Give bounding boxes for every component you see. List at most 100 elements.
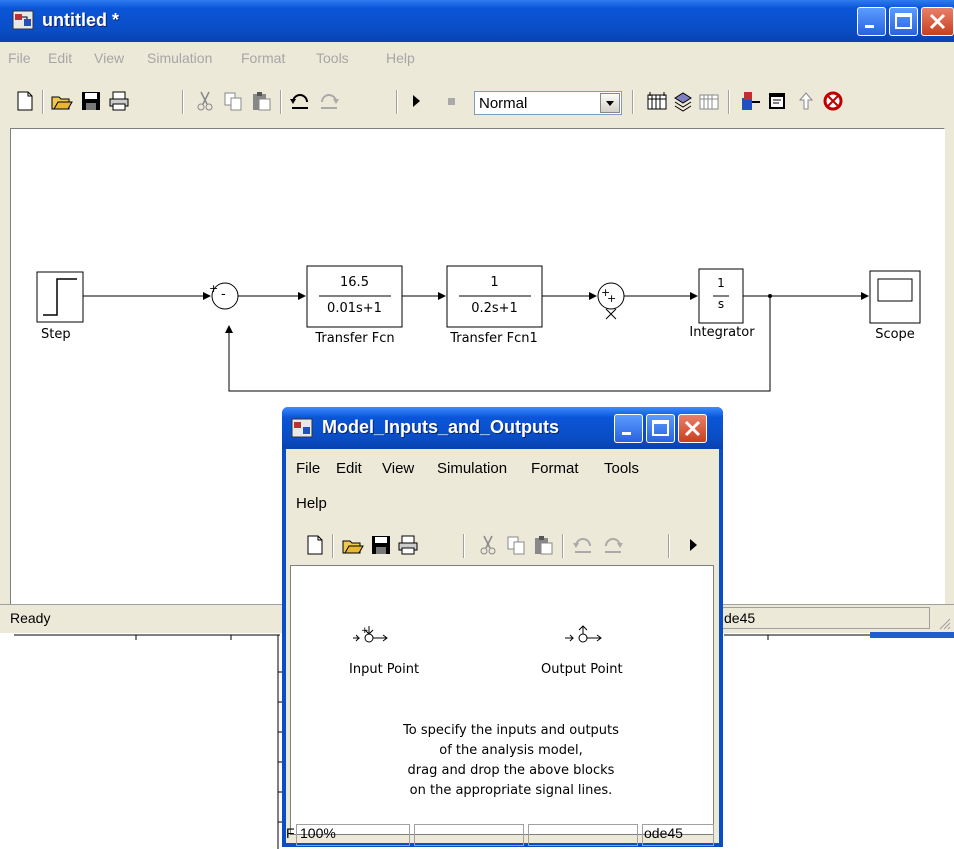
paste-icon[interactable] — [532, 534, 554, 556]
simulink-model-icon — [291, 418, 313, 438]
sum2-sign-plus-b: + — [607, 292, 617, 305]
child-window-title: Model_Inputs_and_Outputs — [322, 417, 560, 437]
close-icon — [684, 420, 701, 437]
sum1-sign-minus: - — [221, 287, 226, 302]
child-close-button[interactable] — [678, 414, 707, 443]
paste-icon[interactable] — [250, 90, 272, 112]
maximize-icon — [895, 13, 912, 29]
solver-text: de45 — [724, 610, 756, 626]
new-model-icon[interactable] — [14, 90, 36, 112]
child-menu-file[interactable]: File — [296, 460, 320, 477]
go-to-parent-icon[interactable] — [795, 90, 817, 112]
close-icon — [929, 13, 946, 30]
child-body: File Edit View Simulation Format Tools H… — [286, 449, 719, 846]
menu-file[interactable]: File — [8, 50, 31, 66]
child-minimize-button[interactable] — [614, 414, 643, 443]
step-label: Step — [41, 327, 71, 342]
instructions-line: of the analysis model, — [439, 743, 583, 758]
window-title: untitled * — [42, 10, 119, 30]
tf2-numerator: 1 — [490, 275, 499, 290]
status-cell-2 — [414, 824, 524, 846]
child-menu-tools[interactable]: Tools — [604, 460, 639, 477]
copy-icon[interactable] — [222, 90, 244, 112]
close-button[interactable] — [921, 7, 954, 36]
library-browser-icon[interactable] — [646, 90, 668, 112]
instructions-line: drag and drop the above blocks — [407, 763, 615, 778]
tf1-denominator: 0.01s+1 — [327, 301, 382, 316]
child-solver-text: ode45 — [644, 825, 683, 841]
status-text: Ready — [10, 610, 51, 626]
input-point-label: Input Point — [349, 662, 420, 677]
instructions-text: To specify the inputs and outputs of the… — [331, 721, 691, 801]
integrator-numerator: 1 — [717, 276, 725, 290]
cut-icon[interactable] — [477, 534, 499, 556]
redo-icon[interactable] — [602, 534, 624, 556]
redo-icon[interactable] — [318, 90, 340, 112]
status-cell-3 — [528, 824, 638, 846]
open-folder-icon[interactable] — [342, 534, 364, 556]
model-inputs-outputs-window: Model_Inputs_and_Outputs File Edit View … — [282, 407, 723, 847]
stop-simulation-icon[interactable] — [440, 90, 462, 112]
simulation-mode-select[interactable]: Normal — [474, 91, 622, 115]
instructions-line: on the appropriate signal lines. — [409, 783, 613, 798]
minimize-button[interactable] — [857, 7, 886, 36]
start-simulation-icon[interactable] — [682, 534, 704, 556]
integrator-denominator: s — [717, 297, 725, 311]
undo-icon[interactable] — [289, 90, 311, 112]
help-icon[interactable] — [822, 90, 844, 112]
child-menu-help[interactable]: Help — [296, 495, 327, 512]
print-icon[interactable] — [108, 90, 130, 112]
save-icon[interactable] — [370, 534, 392, 556]
tf1-numerator: 16.5 — [340, 275, 369, 290]
child-menu-simulation[interactable]: Simulation — [437, 460, 507, 477]
print-icon[interactable] — [397, 534, 419, 556]
svg-text:+: + — [361, 626, 369, 636]
cut-icon[interactable] — [194, 90, 216, 112]
input-point-icon[interactable]: + — [351, 624, 401, 648]
scope-block[interactable] — [869, 270, 921, 324]
tf1-label: Transfer Fcn — [315, 331, 395, 346]
child-title-bar[interactable]: Model_Inputs_and_Outputs — [282, 407, 723, 449]
child-status-fragment: F — [286, 825, 295, 841]
open-folder-icon[interactable] — [51, 90, 73, 112]
child-status-bar: F 100% ode45 — [286, 821, 719, 846]
step-block[interactable] — [36, 271, 84, 323]
integrator-label: Integrator — [689, 325, 755, 340]
menu-simulation[interactable]: Simulation — [147, 50, 212, 66]
menu-edit[interactable]: Edit — [48, 50, 72, 66]
child-menu-format[interactable]: Format — [531, 460, 579, 477]
zoom-text: 100% — [300, 825, 336, 841]
tf2-denominator: 0.2s+1 — [471, 301, 518, 316]
child-menu-edit[interactable]: Edit — [336, 460, 362, 477]
output-point-label: Output Point — [541, 662, 623, 677]
debug-icon[interactable] — [740, 90, 762, 112]
simulink-model-icon — [12, 10, 34, 30]
minimize-icon — [622, 432, 631, 435]
branch-point — [768, 294, 772, 298]
simulation-mode-value: Normal — [479, 95, 528, 112]
start-simulation-icon[interactable] — [405, 90, 427, 112]
output-point-icon[interactable] — [563, 624, 613, 648]
undo-icon[interactable] — [572, 534, 594, 556]
child-menu-view[interactable]: View — [382, 460, 414, 477]
menu-view[interactable]: View — [94, 50, 124, 66]
scope-label: Scope — [875, 327, 915, 342]
menu-tools[interactable]: Tools — [316, 50, 349, 66]
menu-format[interactable]: Format — [241, 50, 285, 66]
title-bar[interactable]: untitled * — [0, 0, 954, 42]
copy-icon[interactable] — [505, 534, 527, 556]
maximize-button[interactable] — [889, 7, 918, 36]
block-properties-icon[interactable] — [766, 90, 788, 112]
child-maximize-button[interactable] — [646, 414, 675, 443]
io-library-canvas[interactable]: + Input Point Output Point To specify th… — [290, 565, 714, 835]
resize-grip-icon[interactable] — [936, 615, 952, 631]
build-icon[interactable] — [698, 90, 720, 112]
new-model-icon[interactable] — [304, 534, 326, 556]
sum1-sign-plus: + — [209, 282, 219, 295]
model-explorer-icon[interactable] — [672, 90, 694, 112]
maximize-icon — [652, 420, 669, 436]
menu-bar: File Edit View Simulation Format Tools H… — [0, 46, 954, 72]
dropdown-arrow-icon[interactable] — [600, 93, 620, 113]
menu-help[interactable]: Help — [386, 50, 415, 66]
save-icon[interactable] — [80, 90, 102, 112]
